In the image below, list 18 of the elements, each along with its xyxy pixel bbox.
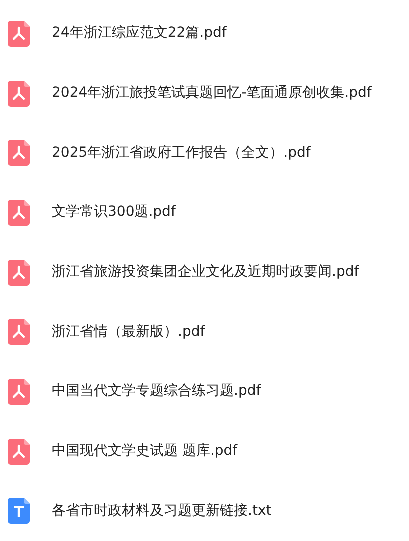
pdf-file-icon: [8, 200, 30, 226]
file-name[interactable]: 中国现代文学史试题 题库.pdf: [52, 441, 238, 462]
file-name[interactable]: 2024年浙江旅投笔试真题回忆-笔面通原创收集.pdf: [52, 83, 372, 104]
file-name[interactable]: 浙江省情（最新版）.pdf: [52, 322, 206, 343]
text-file-icon: [8, 498, 30, 524]
pdf-file-icon: [8, 438, 30, 465]
pdf-file-icon: [8, 378, 30, 405]
file-name[interactable]: 24年浙江综应范文22篇.pdf: [52, 23, 227, 44]
file-name[interactable]: 各省市时政材料及习题更新链接.txt: [52, 500, 272, 522]
file-name[interactable]: 浙江省旅游投资集团企业文化及近期时政要闻.pdf: [52, 262, 360, 284]
file-name[interactable]: 文学常识300题.pdf: [52, 202, 176, 224]
pdf-file-icon: [8, 80, 30, 106]
pdf-file-icon: [8, 20, 30, 47]
file-name[interactable]: 2025年浙江省政府工作报告（全文）.pdf: [52, 142, 311, 164]
pdf-file-icon: [8, 140, 30, 166]
pdf-file-icon: [8, 319, 30, 346]
file-name[interactable]: 中国当代文学专题综合练习题.pdf: [52, 381, 262, 402]
pdf-file-icon: [8, 260, 30, 286]
